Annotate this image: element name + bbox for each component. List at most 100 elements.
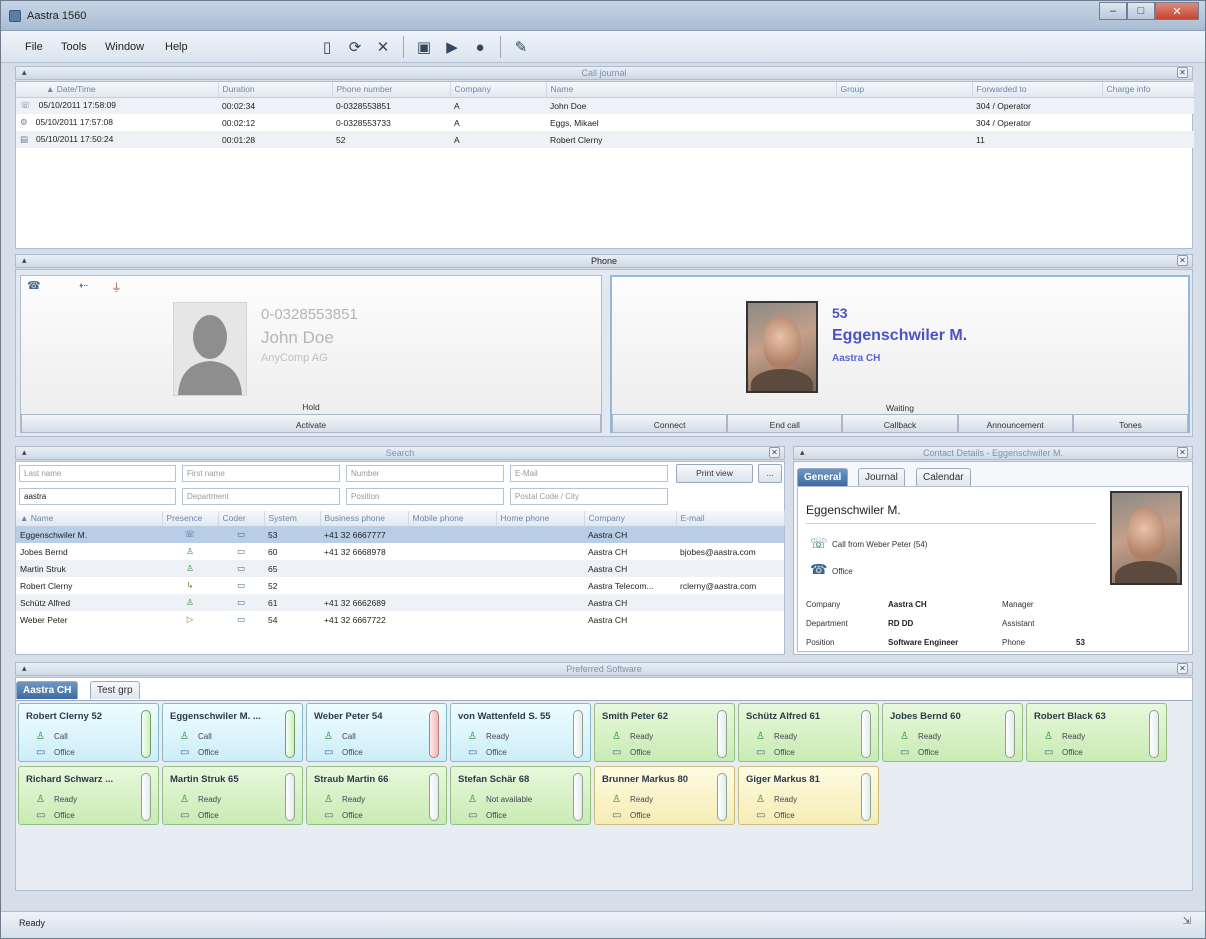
panel-close-icon[interactable]: ✕ [1177,67,1188,78]
column-header[interactable]: Home phone [496,511,585,527]
person-silhouette-icon [178,315,242,395]
favorite-tile[interactable]: Straub Martin 66 ♙ Ready ▭ Office [306,766,447,825]
menu-tools[interactable]: Tools [61,41,87,53]
panel-close-icon[interactable]: ✕ [1177,255,1188,266]
favorite-tile[interactable]: Smith Peter 62 ♙ Ready ▭ Office [594,703,735,762]
favorite-tile[interactable]: Stefan Schär 68 ♙ Not available ▭ Office [450,766,591,825]
contacts-icon[interactable]: ▣ [412,35,436,59]
favorite-location-label: Office [198,748,219,757]
document-icon[interactable]: ▯ [315,35,339,59]
column-header[interactable]: Forwarded to [972,82,1103,98]
table-row[interactable]: Robert Clerny ↳ ▭ 52 Aastra Telecom... r… [16,577,784,594]
column-header[interactable]: Name [546,82,837,98]
postal-code-input[interactable]: Postal Code / City [510,488,668,505]
favorite-location: ▭ Office [180,810,219,821]
favorite-tile[interactable]: Schütz Alfred 61 ♙ Ready ▭ Office [738,703,879,762]
phone-set-icon[interactable]: ☎ [27,279,41,292]
menu-file[interactable]: File [25,41,43,53]
tab-general[interactable]: General [797,468,849,486]
minimize-button[interactable]: ‒ [1099,2,1127,20]
favorite-presence-label: Ready [774,795,798,804]
tab-journal[interactable]: Journal [858,468,905,486]
panel-close-icon[interactable]: ✕ [1177,447,1188,458]
table-row[interactable]: Jobes Bernd ♙ ▭ 60 +41 32 6668978 Aastra… [16,543,784,560]
activate-button[interactable]: Activate [21,414,601,433]
contact-company: Aastra CH [588,546,628,557]
column-header[interactable]: Group [836,82,973,98]
hold-icon[interactable]: ⏚ [111,279,122,295]
end-call-button[interactable]: End call [727,414,843,433]
favorite-tile[interactable]: Robert Black 63 ♙ Ready ▭ Office [1026,703,1167,762]
held-call-card[interactable]: ☎ ⇠ ⏚ 0-0328553851 John Doe AnyComp AG H… [20,275,602,433]
table-row[interactable]: Schütz Alfred ♙ ▭ 61 +41 32 6662689 Aast… [16,594,784,611]
favorite-tile[interactable]: Robert Clerny 52 ♙ Call ▭ Office [18,703,159,762]
department-input[interactable]: Department [182,488,340,505]
table-row[interactable]: ⚙ 05/10/2011 17:57:08 00:02:12 0-03285537… [16,114,1194,131]
favorite-location-label: Office [1062,748,1083,757]
column-header[interactable]: System [264,511,321,527]
favorite-tile[interactable]: von Wattenfeld S. 55 ♙ Ready ▭ Office [450,703,591,762]
toolbar: ▯ ⟳ ✕ ▣ ▶ ● ✎ [315,35,533,59]
favorite-presence-label: Ready [774,732,798,741]
favorite-tile[interactable]: Weber Peter 54 ♙ Call ▭ Office [306,703,447,762]
column-header[interactable]: Business phone [320,511,409,527]
column-header[interactable]: Phone number [332,82,451,98]
favorite-location: ▭ Office [36,810,75,821]
tab-aastra-ch[interactable]: Aastra CH [16,681,79,699]
callback-button[interactable]: Callback [842,414,958,433]
table-row[interactable]: Eggenschwiler M. ☏ ▭ 53 +41 32 6667777 A… [16,526,784,543]
close-button[interactable]: ✕ [1155,2,1199,20]
forward-icon[interactable]: ▶ [440,35,464,59]
resize-grip-icon[interactable]: ⇲ [1183,916,1191,927]
email-input[interactable]: E-Mail [510,465,668,482]
column-header[interactable]: Charge info [1102,82,1195,98]
menu-window[interactable]: Window [105,41,144,53]
refresh-icon[interactable]: ⟳ [343,35,367,59]
table-row[interactable]: Martin Struk ♙ ▭ 65 Aastra CH [16,560,784,577]
favorite-tile[interactable]: Brunner Markus 80 ♙ Ready ▭ Office [594,766,735,825]
favorite-tile[interactable]: Eggenschwiler M. ... ♙ Call ▭ Office [162,703,303,762]
favorite-tile[interactable]: Jobes Bernd 60 ♙ Ready ▭ Office [882,703,1023,762]
office-phone-icon: ☎ [810,561,828,577]
more-button[interactable]: ... [758,464,782,483]
table-row[interactable]: ▤ 05/10/2011 17:50:24 00:01:28 52 A Rober… [16,131,1194,148]
announcement-button[interactable]: Announcement [957,414,1073,433]
panel-close-icon[interactable]: ✕ [769,447,780,458]
column-header[interactable]: Company [584,511,677,527]
column-header[interactable]: Mobile phone [408,511,497,527]
favorite-location-label: Office [54,748,75,757]
line-status-indicator [285,773,295,821]
column-header[interactable]: Company [450,82,547,98]
menu-help[interactable]: Help [165,41,188,53]
last-name-input[interactable]: Last name [19,465,176,482]
column-header[interactable]: Coder [218,511,265,527]
column-header[interactable]: Presence [162,511,219,527]
favorite-tile[interactable]: Richard Schwarz ... ♙ Ready ▭ Office [18,766,159,825]
favorite-tile[interactable]: Martin Struk 65 ♙ Ready ▭ Office [162,766,303,825]
table-row[interactable]: Weber Peter ▷ ▭ 54 +41 32 6667722 Aastra… [16,611,784,628]
column-header[interactable]: Duration [218,82,333,98]
table-row[interactable]: ☏ 05/10/2011 17:58:09 00:02:34 0-03285538… [16,97,1194,114]
first-name-input[interactable]: First name [182,465,340,482]
settings-icon[interactable]: ✎ [509,35,533,59]
presence-icon[interactable]: ● [468,35,492,59]
position-input[interactable]: Position [346,488,504,505]
column-header[interactable]: ▲ Name [16,511,163,527]
column-header[interactable]: E-mail [676,511,785,527]
column-header[interactable]: ▲ Date/Time [16,82,219,98]
tones-button[interactable]: Tones [1072,414,1189,433]
tab-test-grp[interactable]: Test grp [90,681,140,699]
favorite-tile[interactable]: Giger Markus 81 ♙ Ready ▭ Office [738,766,879,825]
tools-icon[interactable]: ✕ [371,35,395,59]
connect-button[interactable]: Connect [612,414,728,433]
number-input[interactable]: Number [346,465,504,482]
transfer-icon[interactable]: ⇠ [79,279,88,292]
tab-calendar[interactable]: Calendar [916,468,971,486]
company-search-input[interactable]: aastra [19,488,176,505]
contact-system: 54 [268,614,278,625]
contact-name: Martin Struk [16,560,162,577]
maximize-button[interactable]: □ [1127,2,1155,20]
print-view-button[interactable]: Print view [676,464,753,483]
panel-close-icon[interactable]: ✕ [1177,663,1188,674]
waiting-call-card[interactable]: 53 Eggenschwiler M. Aastra CH Waiting Co… [610,275,1190,433]
